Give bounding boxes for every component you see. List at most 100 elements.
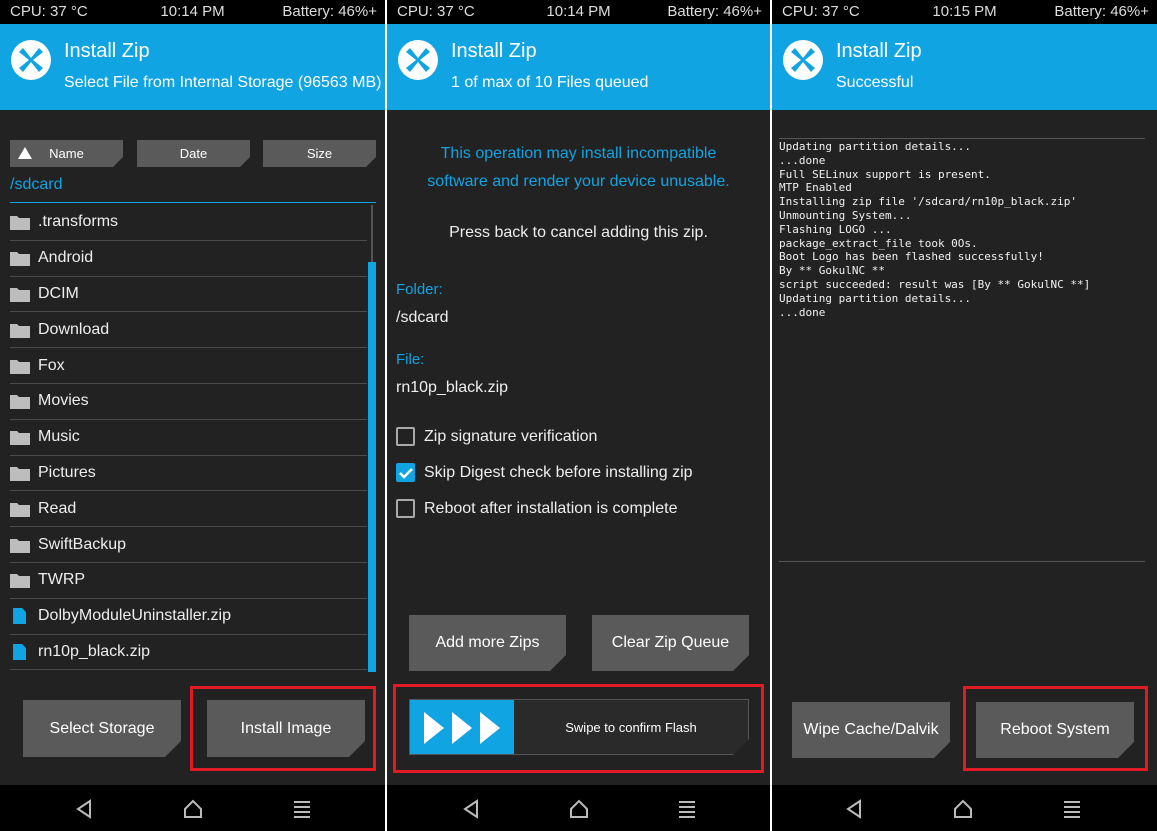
- path-divider: [10, 202, 376, 203]
- back-icon[interactable]: [72, 797, 96, 821]
- file-name: DCIM: [38, 284, 79, 302]
- menu-icon[interactable]: [1060, 797, 1084, 821]
- twrp-logo-icon: [11, 40, 51, 80]
- file-name: Read: [38, 499, 77, 517]
- checkbox-box: [396, 499, 415, 518]
- page-subtitle: Successful: [836, 74, 914, 91]
- add-more-zips-button[interactable]: Add more Zips: [409, 615, 566, 671]
- status-bar: CPU: 37 °C 10:14 PM Battery: 46%+: [387, 0, 770, 24]
- folder-icon: [10, 216, 30, 231]
- wipe-cache-dalvik-button[interactable]: Wipe Cache/Dalvik: [792, 702, 950, 758]
- page-title: Install Zip: [64, 40, 150, 62]
- home-icon[interactable]: [951, 797, 975, 821]
- checkbox-box: [396, 463, 415, 482]
- menu-icon[interactable]: [675, 797, 699, 821]
- file-name: SwiftBackup: [38, 535, 127, 553]
- current-path: /sdcard: [10, 176, 63, 193]
- folder-icon: [10, 252, 30, 267]
- add-more-zips-label: Add more Zips: [435, 634, 540, 651]
- folder-item[interactable]: Fox: [10, 348, 367, 384]
- zip-file-item[interactable]: rn10p_black.zip: [10, 635, 367, 671]
- file-label: File:: [396, 351, 425, 368]
- battery-status: Battery: 46%+: [667, 3, 762, 20]
- skip-digest-checkbox[interactable]: Skip Digest check before installing zip: [396, 463, 693, 482]
- file-select-panel: CPU: 37 °C 10:14 PM Battery: 46%+ Instal…: [0, 0, 385, 831]
- warning-line-2: software and render your device unusable…: [427, 173, 730, 190]
- status-bar: CPU: 37 °C 10:15 PM Battery: 46%+: [772, 0, 1157, 24]
- folder-item[interactable]: Android: [10, 241, 367, 277]
- file-name: Pictures: [38, 463, 96, 481]
- scrollbar[interactable]: [368, 262, 376, 672]
- status-bar: CPU: 37 °C 10:14 PM Battery: 46%+: [0, 0, 385, 24]
- checkbox-label: Reboot after installation is complete: [424, 499, 678, 517]
- zip-file-item[interactable]: DolbyModuleUninstaller.zip: [10, 599, 367, 635]
- folder-item[interactable]: SwiftBackup: [10, 527, 367, 563]
- folder-label: Folder:: [396, 281, 443, 298]
- folder-value: /sdcard: [396, 309, 449, 326]
- file-name: DolbyModuleUninstaller.zip: [38, 607, 231, 625]
- page-title: Install Zip: [451, 40, 537, 62]
- log-line: Updating partition details...: [779, 140, 972, 153]
- scrollbar-track: [371, 205, 373, 262]
- header: Install Zip Select File from Internal St…: [0, 24, 385, 110]
- folder-item[interactable]: Pictures: [10, 456, 367, 492]
- back-icon[interactable]: [842, 797, 866, 821]
- folder-item[interactable]: DCIM: [10, 277, 367, 313]
- log-line: ...done: [779, 305, 826, 319]
- log-line: Updating partition details...: [779, 291, 972, 305]
- nav-bar: [0, 785, 385, 831]
- folder-icon: [10, 466, 30, 481]
- sort-ascending-icon: [18, 147, 32, 159]
- install-result-panel: CPU: 37 °C 10:15 PM Battery: 46%+ Instal…: [772, 0, 1157, 831]
- checkmark-icon: [398, 467, 413, 479]
- sort-by-size-button[interactable]: Size: [263, 140, 376, 167]
- folder-icon: [10, 395, 30, 410]
- home-icon[interactable]: [567, 797, 591, 821]
- file-name: rn10p_black.zip: [38, 642, 151, 660]
- sort-by-date-button[interactable]: Date: [137, 140, 250, 167]
- folder-item[interactable]: Read: [10, 491, 367, 528]
- highlight-box: [963, 686, 1148, 771]
- wipe-cache-label: Wipe Cache/Dalvik: [803, 721, 939, 738]
- folder-icon: [10, 502, 30, 517]
- zip-signature-checkbox[interactable]: Zip signature verification: [396, 427, 597, 446]
- folder-item[interactable]: TWRP: [10, 563, 367, 599]
- file-list[interactable]: .transforms Android DCIM Download Fox Movies M…: [10, 205, 367, 671]
- page-subtitle: Select File from Internal Storage (96563…: [64, 74, 382, 91]
- log-line: package_extract_file took 0Os.: [779, 236, 978, 250]
- select-storage-button[interactable]: Select Storage: [23, 700, 181, 757]
- sort-by-name-button[interactable]: Name: [10, 140, 123, 167]
- checkbox-box: [396, 427, 415, 446]
- log-line: Installing zip file '/sdcard/rn10p_black…: [779, 195, 1078, 209]
- warning-line-1: This operation may install incompatible: [440, 145, 717, 162]
- folder-item[interactable]: Download: [10, 312, 367, 349]
- checkbox-label: Skip Digest check before installing zip: [424, 463, 693, 481]
- reboot-after-checkbox[interactable]: Reboot after installation is complete: [396, 499, 677, 518]
- file-name: TWRP: [38, 571, 86, 589]
- folder-icon: [10, 538, 30, 553]
- highlight-box: [190, 686, 376, 771]
- checkbox-label: Zip signature verification: [424, 427, 598, 445]
- select-storage-label: Select Storage: [49, 719, 155, 737]
- page-subtitle: 1 of max of 10 Files queued: [451, 74, 649, 91]
- folder-item[interactable]: Movies: [10, 384, 367, 420]
- log-line: By ** GokulNC **: [779, 264, 885, 278]
- header: Install Zip Successful: [772, 24, 1157, 110]
- cancel-note: Press back to cancel adding this zip.: [449, 224, 708, 241]
- file-name: Movies: [38, 392, 89, 410]
- folder-item[interactable]: .transforms: [10, 205, 367, 241]
- clear-zip-queue-label: Clear Zip Queue: [611, 634, 730, 651]
- file-name: Fox: [38, 356, 65, 374]
- back-icon[interactable]: [459, 797, 483, 821]
- highlight-box: [393, 684, 764, 773]
- home-icon[interactable]: [181, 797, 205, 821]
- menu-icon[interactable]: [290, 797, 314, 821]
- battery-status: Battery: 46%+: [282, 3, 377, 20]
- sort-size-label: Size: [306, 146, 333, 161]
- console-log: Updating partition details... ...done Full…: [779, 138, 1145, 562]
- sort-date-label: Date: [179, 146, 208, 161]
- clear-zip-queue-button[interactable]: Clear Zip Queue: [592, 615, 749, 671]
- file-name: Music: [38, 428, 80, 446]
- nav-bar: [387, 785, 770, 831]
- folder-item[interactable]: Music: [10, 420, 367, 456]
